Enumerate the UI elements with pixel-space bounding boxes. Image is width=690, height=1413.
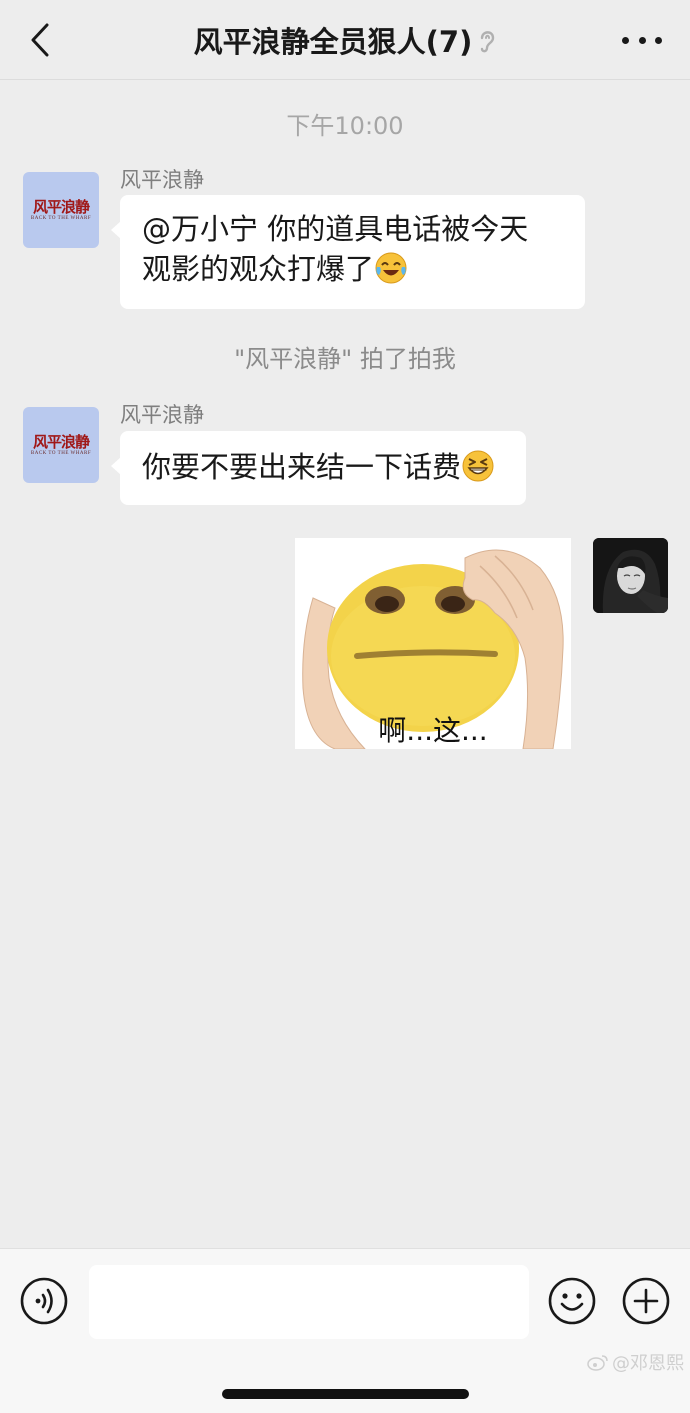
more-dot-icon xyxy=(638,36,646,44)
voice-input-button[interactable] xyxy=(20,1277,68,1325)
message-input[interactable] xyxy=(89,1265,529,1339)
sticker-caption: 啊...这... xyxy=(378,714,488,747)
earpiece-mode-icon xyxy=(478,24,496,64)
chat-input-bar: @邓恩熙 xyxy=(0,1248,690,1413)
group-name: 风平浪静全员狠人(7) xyxy=(193,25,473,59)
my-avatar[interactable] xyxy=(593,538,668,613)
pat-notice: "风平浪静" 拍了拍我 xyxy=(234,345,456,373)
home-indicator[interactable] xyxy=(222,1389,469,1399)
message-bubble[interactable]: @万小宁 你的道具电话被今天 观影的观众打爆了 xyxy=(111,195,585,309)
more-dot-icon xyxy=(655,36,662,44)
portrait-photo-image xyxy=(593,538,668,613)
weibo-logo-icon xyxy=(587,1355,608,1371)
sender-name: 风平浪静 xyxy=(120,403,204,427)
avatar-logo-subtitle: BACK TO THE WHARF xyxy=(30,216,92,221)
watermark-text: @邓恩熙 xyxy=(612,1353,684,1374)
message-text-line: @万小宁 你的道具电话被今天 xyxy=(142,212,529,246)
avatar-logo-subtitle: BACK TO THE WHARF xyxy=(30,451,92,456)
sender-name: 风平浪静 xyxy=(120,168,204,192)
plus-icon xyxy=(622,1277,670,1325)
chat-title: 风平浪静全员狠人(7) xyxy=(0,22,690,64)
chat-header: 风平浪静全员狠人(7) xyxy=(0,0,690,80)
message-text: 你要不要出来结一下话费 xyxy=(142,450,462,484)
laughing-crying-emoji xyxy=(375,252,407,284)
more-options-button[interactable] xyxy=(622,28,662,52)
avatar-logo-text: 风平浪静 xyxy=(32,433,90,451)
voice-icon xyxy=(20,1277,68,1325)
message-timestamp: 下午10:00 xyxy=(286,112,404,140)
sender-avatar[interactable]: 风平浪静 BACK TO THE WHARF xyxy=(23,172,99,248)
grinning-squint-emoji xyxy=(462,450,494,482)
more-dot-icon xyxy=(622,36,629,44)
message-bubble[interactable]: 你要不要出来结一下话费 xyxy=(111,431,526,505)
avatar-logo-text: 风平浪静 xyxy=(32,198,90,216)
sticker-message[interactable]: 啊...这... xyxy=(295,538,571,749)
message-text-line-with-emoji: 观影的观众打爆了 xyxy=(142,249,563,289)
weibo-watermark: @邓恩熙 xyxy=(587,1349,684,1375)
emoji-button[interactable] xyxy=(548,1277,596,1325)
more-functions-button[interactable] xyxy=(622,1277,670,1325)
smiley-icon xyxy=(548,1277,596,1325)
sender-avatar[interactable]: 风平浪静 BACK TO THE WHARF xyxy=(23,407,99,483)
